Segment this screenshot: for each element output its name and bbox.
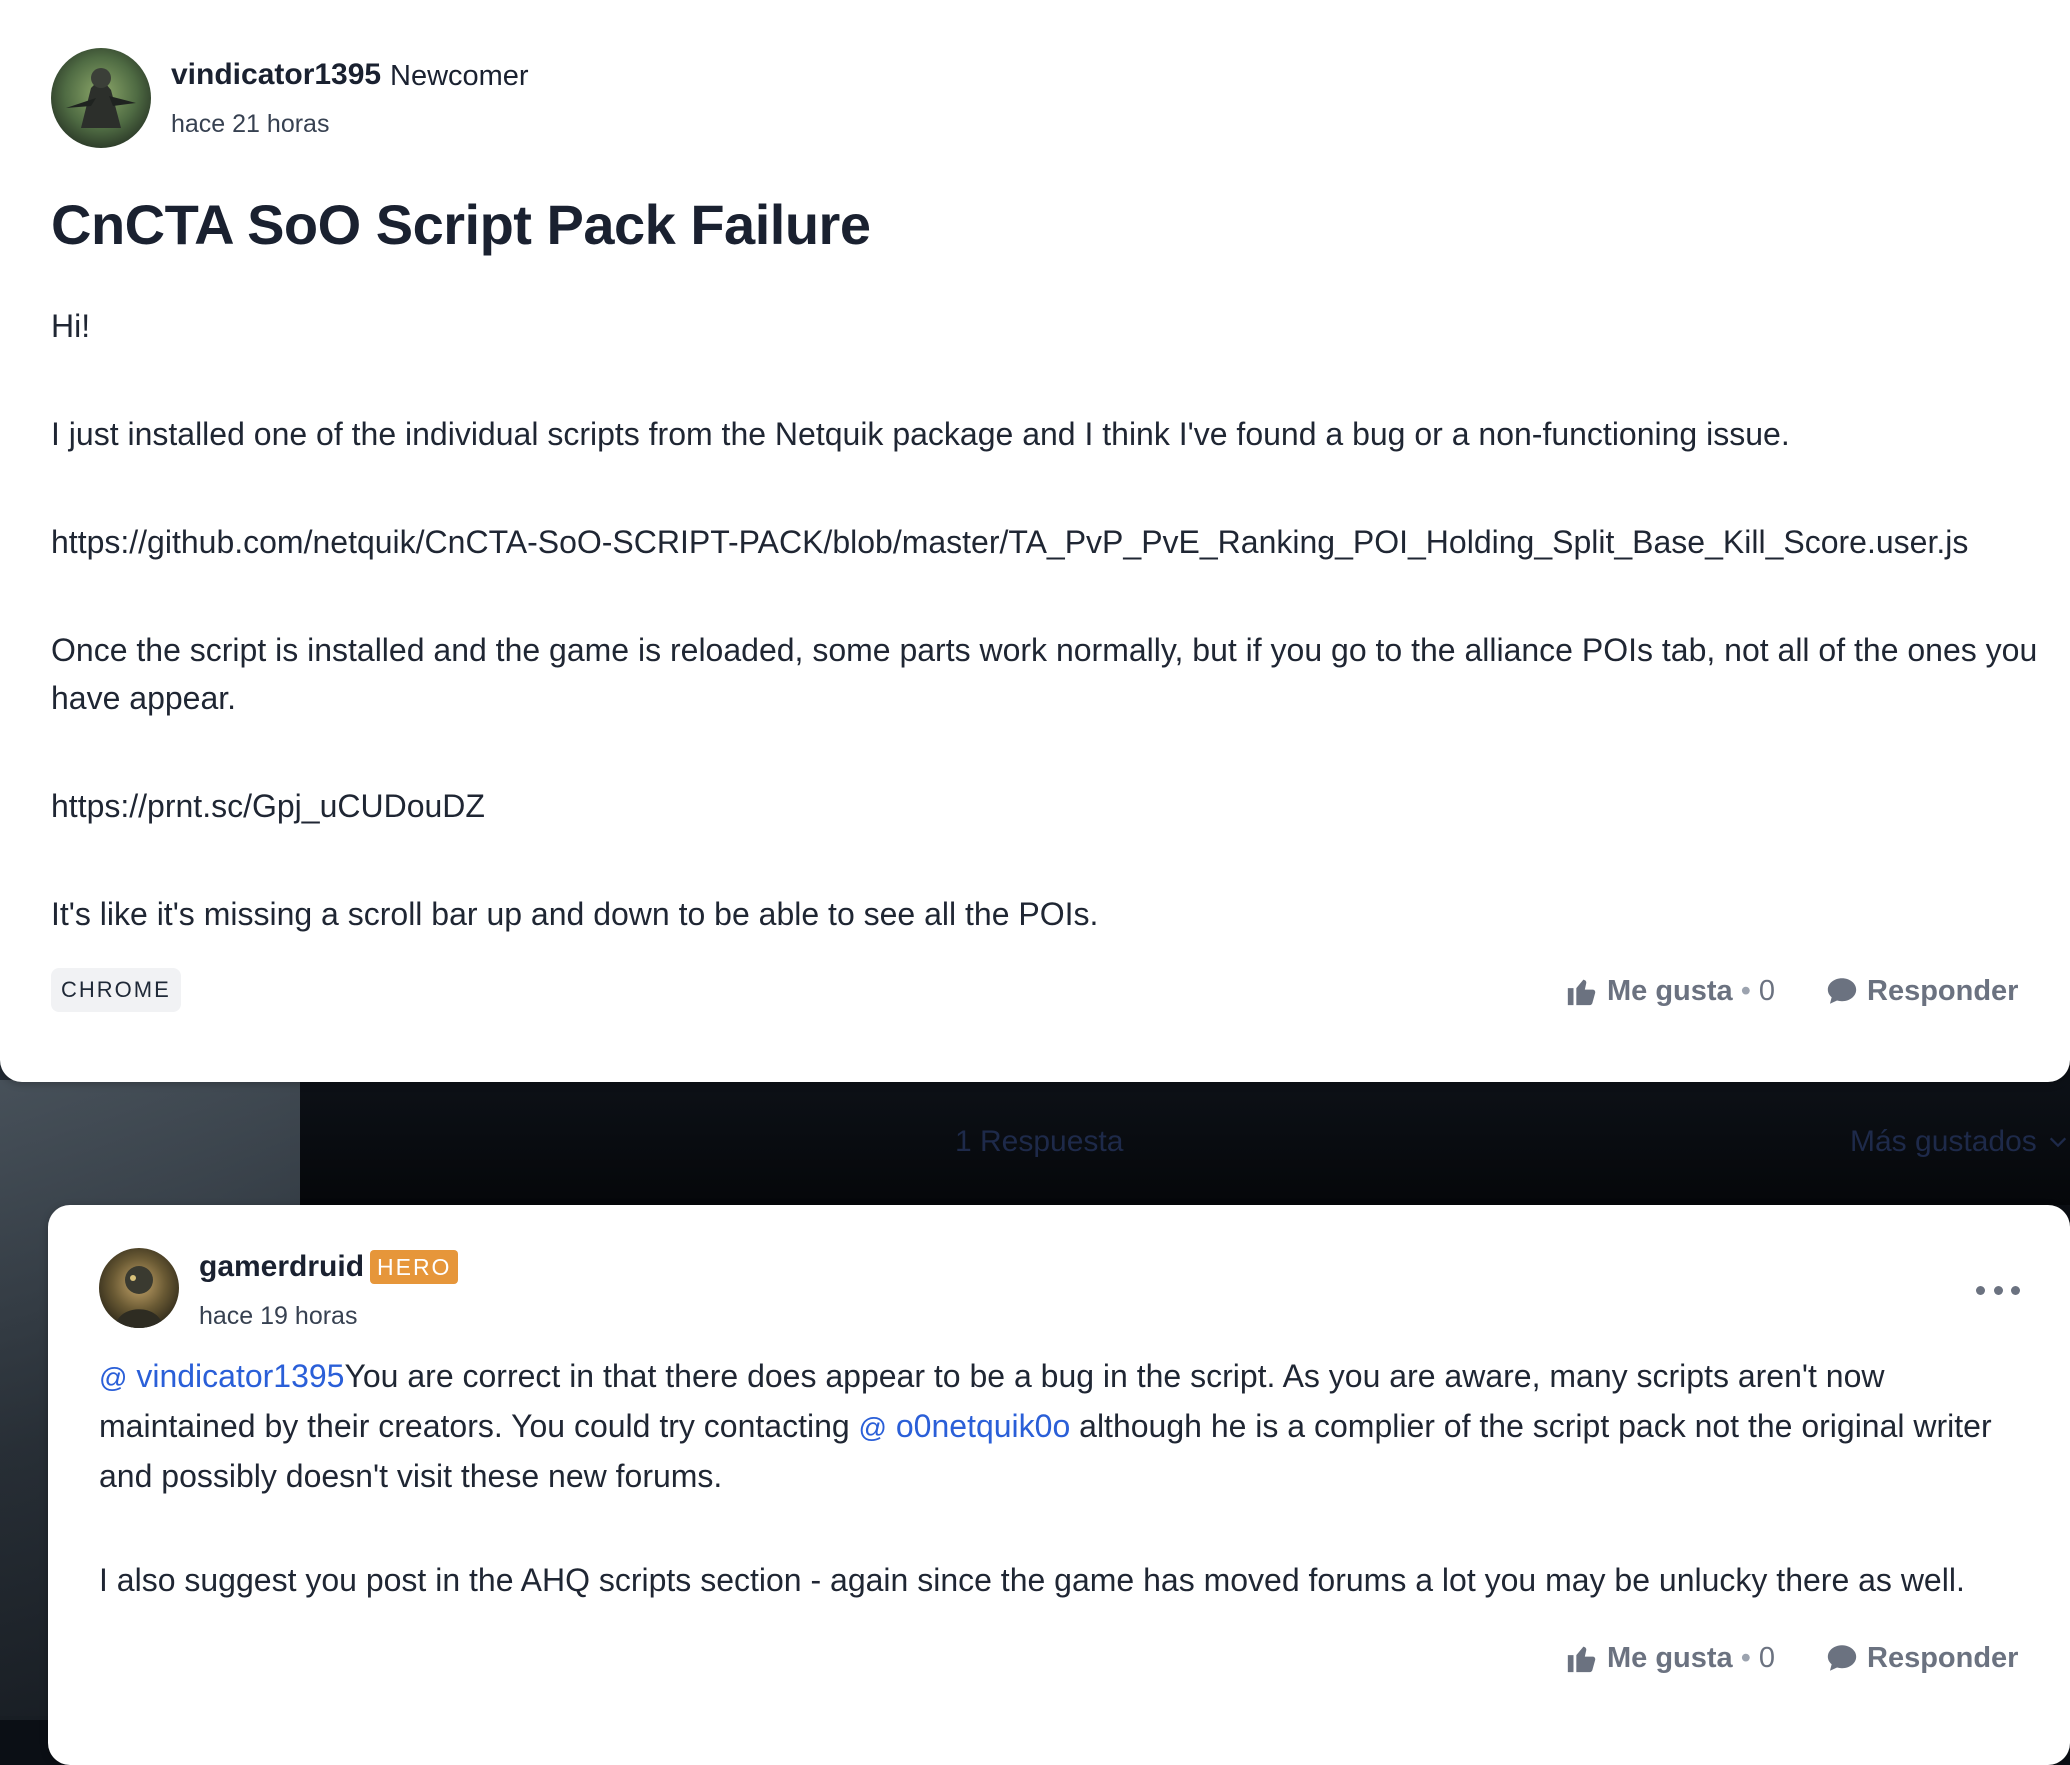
post-paragraph: Hi!	[51, 308, 91, 344]
reply-label: Responder	[1867, 1641, 2019, 1674]
post-timestamp: hace 21 horas	[171, 110, 330, 138]
like-separator: •	[1740, 1641, 1751, 1674]
replies-bar-background	[300, 1080, 2070, 1205]
post-card: vindicator1395 Newcomer hace 21 horas Cn…	[0, 0, 2070, 1082]
more-options-icon[interactable]	[1976, 1275, 2020, 1305]
mention-vindicator1395[interactable]: @ vindicator1395	[99, 1358, 344, 1394]
reply-label: Responder	[1867, 974, 2019, 1007]
mention-o0netquik0o[interactable]: @ o0netquik0o	[859, 1408, 1071, 1444]
at-icon: @	[99, 1362, 128, 1393]
reply-paragraph: @ vindicator1395You are correct in that …	[99, 1352, 2029, 1500]
like-button[interactable]: Me gusta • 0	[1565, 974, 1775, 1008]
like-count: 0	[1758, 1641, 1775, 1674]
thumbs-up-icon	[1567, 979, 1596, 1006]
tag-chrome[interactable]: CHROME	[51, 968, 181, 1012]
chevron-down-icon	[2049, 1137, 2066, 1148]
comment-icon	[1827, 1645, 1857, 1671]
author-rank: Newcomer	[390, 60, 529, 92]
sort-label: Más gustados	[1850, 1125, 2037, 1158]
mention-label: o0netquik0o	[895, 1408, 1071, 1444]
like-label: Me gusta	[1607, 974, 1733, 1007]
like-label: Me gusta	[1607, 1641, 1733, 1674]
post-link-screenshot: https://prnt.sc/Gpj_uCUDouDZ	[51, 788, 485, 824]
reply-paragraph: I also suggest you post in the AHQ scrip…	[99, 1562, 1965, 1598]
sort-dropdown[interactable]: Más gustados	[1850, 1125, 2069, 1159]
thumbs-up-icon	[1567, 1646, 1596, 1673]
like-separator: •	[1740, 974, 1751, 1007]
at-icon: @	[858, 1412, 887, 1443]
reply-button[interactable]: Responder	[1825, 974, 2018, 1008]
avatar[interactable]	[99, 1248, 179, 1328]
reply-button[interactable]: Responder	[1825, 1641, 2018, 1675]
like-button[interactable]: Me gusta • 0	[1565, 1641, 1775, 1675]
post-link-github: https://github.com/netquik/CnCTA-SoO-SCR…	[51, 524, 1969, 560]
status-badge: HERO	[370, 1250, 459, 1284]
post-paragraph: Once the script is installed and the gam…	[51, 632, 2038, 716]
reply-timestamp: hace 19 horas	[199, 1302, 358, 1330]
post-paragraph: It's like it's missing a scroll bar up a…	[51, 896, 1099, 932]
like-count: 0	[1758, 974, 1775, 1007]
page-title: CnCTA SoO Script Pack Failure	[51, 193, 871, 256]
mention-label: vindicator1395	[136, 1358, 345, 1394]
reply-author-username[interactable]: gamerdruid	[199, 1250, 364, 1284]
author-username[interactable]: vindicator1395	[171, 58, 381, 92]
post-paragraph: I just installed one of the individual s…	[51, 416, 1790, 452]
avatar[interactable]	[51, 48, 151, 148]
comment-icon	[1827, 978, 1857, 1004]
replies-count: 1 Respuesta	[955, 1125, 1124, 1158]
